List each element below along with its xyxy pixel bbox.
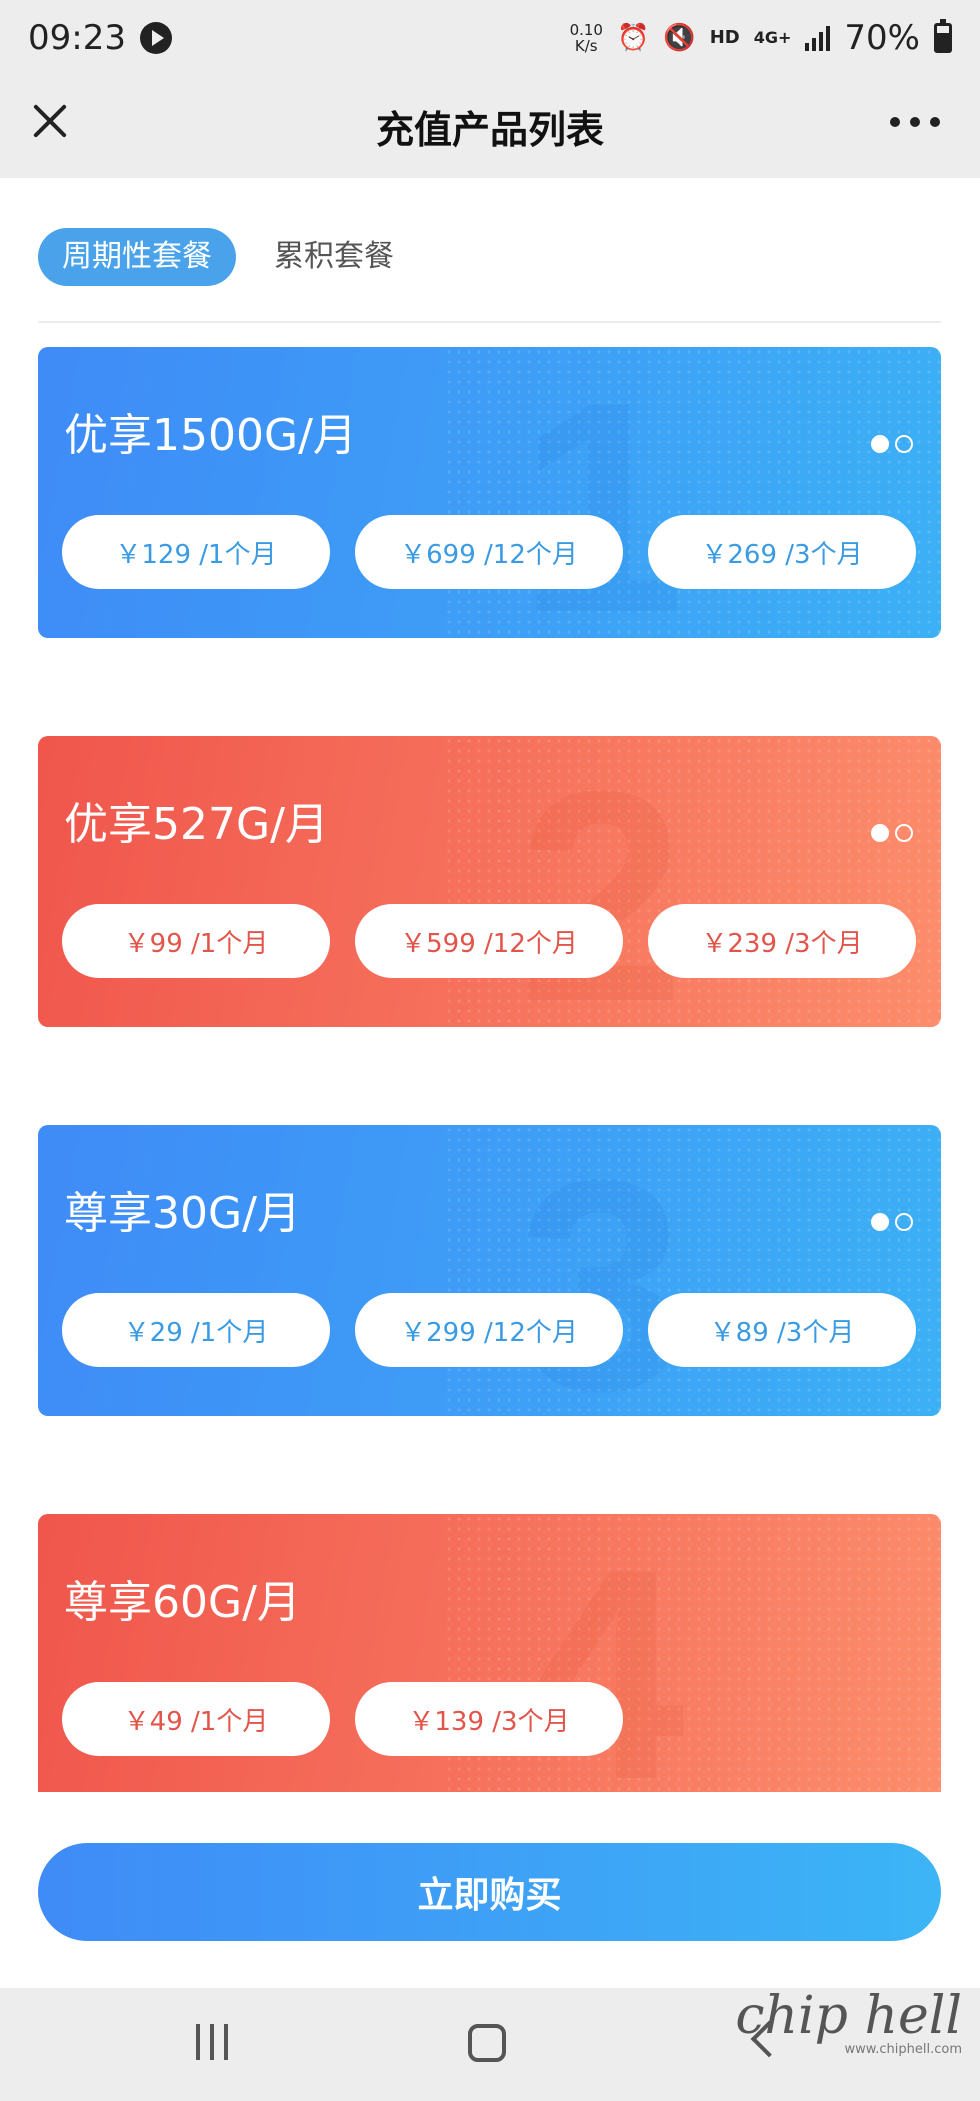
price-option-button[interactable]: ￥29 /1个月 (62, 1293, 330, 1367)
package-card: 2 优享527G/月 ￥99 /1个月 ￥599 /12个月 ￥239 /3个月 (38, 736, 941, 1027)
more-options-icon[interactable] (890, 117, 940, 127)
tabs-divider (38, 321, 941, 323)
recents-icon[interactable] (196, 2024, 228, 2060)
watermark: chip hell www.chiphell.com (735, 1990, 962, 2057)
close-icon[interactable] (30, 101, 70, 141)
status-bar: 09:23 0.10 K/s ⏰ 🔇 HD 4G+ 70% (0, 0, 980, 75)
signal-icon (805, 25, 831, 51)
package-list[interactable]: 1 优享1500G/月 ￥129 /1个月 ￥699 /12个月 ￥269 /3… (0, 340, 980, 1792)
card-pager (871, 435, 913, 453)
alarm-icon: ⏰ (616, 22, 650, 53)
card-title: 尊享60G/月 (64, 1577, 301, 1628)
page-title: 充值产品列表 (375, 108, 604, 152)
package-card: 1 优享1500G/月 ￥129 /1个月 ￥699 /12个月 ￥269 /3… (38, 347, 941, 638)
price-option-button[interactable]: ￥99 /1个月 (62, 904, 330, 978)
media-play-icon (139, 21, 172, 54)
package-tabs: 周期性套餐 累积套餐 (38, 228, 394, 286)
battery-percent: 70% (844, 17, 920, 58)
price-option-button[interactable]: ￥129 /1个月 (62, 515, 330, 589)
card-index: 3 (518, 1125, 685, 1416)
price-option-button[interactable]: ￥299 /12个月 (355, 1293, 623, 1367)
package-card: 3 尊享30G/月 ￥29 /1个月 ￥299 /12个月 ￥89 /3个月 (38, 1125, 941, 1416)
nav-bar: 充值产品列表 (0, 75, 980, 178)
price-option-button[interactable]: ￥239 /3个月 (648, 904, 916, 978)
price-option-button[interactable]: ￥699 /12个月 (355, 515, 623, 589)
card-title: 优享527G/月 (64, 799, 329, 850)
status-time: 09:23 (28, 17, 126, 58)
buy-now-button[interactable]: 立即购买 (38, 1843, 941, 1941)
card-title: 优享1500G/月 (64, 410, 357, 461)
card-title: 尊享30G/月 (64, 1188, 301, 1239)
battery-icon (934, 18, 952, 53)
card-pager (871, 1213, 913, 1231)
hd-label: HD (709, 27, 740, 48)
card-index: 2 (518, 736, 685, 1027)
mute-icon: 🔇 (663, 22, 696, 53)
tab-cumulative[interactable]: 累积套餐 (274, 228, 394, 286)
net-speed: 0.10 K/s (569, 20, 603, 55)
network-type-label: 4G+ (753, 28, 792, 47)
price-option-button[interactable]: ￥139 /3个月 (355, 1682, 623, 1756)
card-pager (871, 824, 913, 842)
package-card: 4 尊享60G/月 ￥49 /1个月 ￥139 /3个月 (38, 1514, 941, 1792)
tab-periodic[interactable]: 周期性套餐 (38, 228, 236, 286)
price-option-button[interactable]: ￥599 /12个月 (355, 904, 623, 978)
card-index: 1 (518, 347, 685, 638)
home-icon[interactable] (468, 2024, 506, 2062)
price-option-button[interactable]: ￥49 /1个月 (62, 1682, 330, 1756)
watermark-logo: chip hell (735, 1986, 962, 2046)
price-option-button[interactable]: ￥89 /3个月 (648, 1293, 916, 1367)
price-option-button[interactable]: ￥269 /3个月 (648, 515, 916, 589)
